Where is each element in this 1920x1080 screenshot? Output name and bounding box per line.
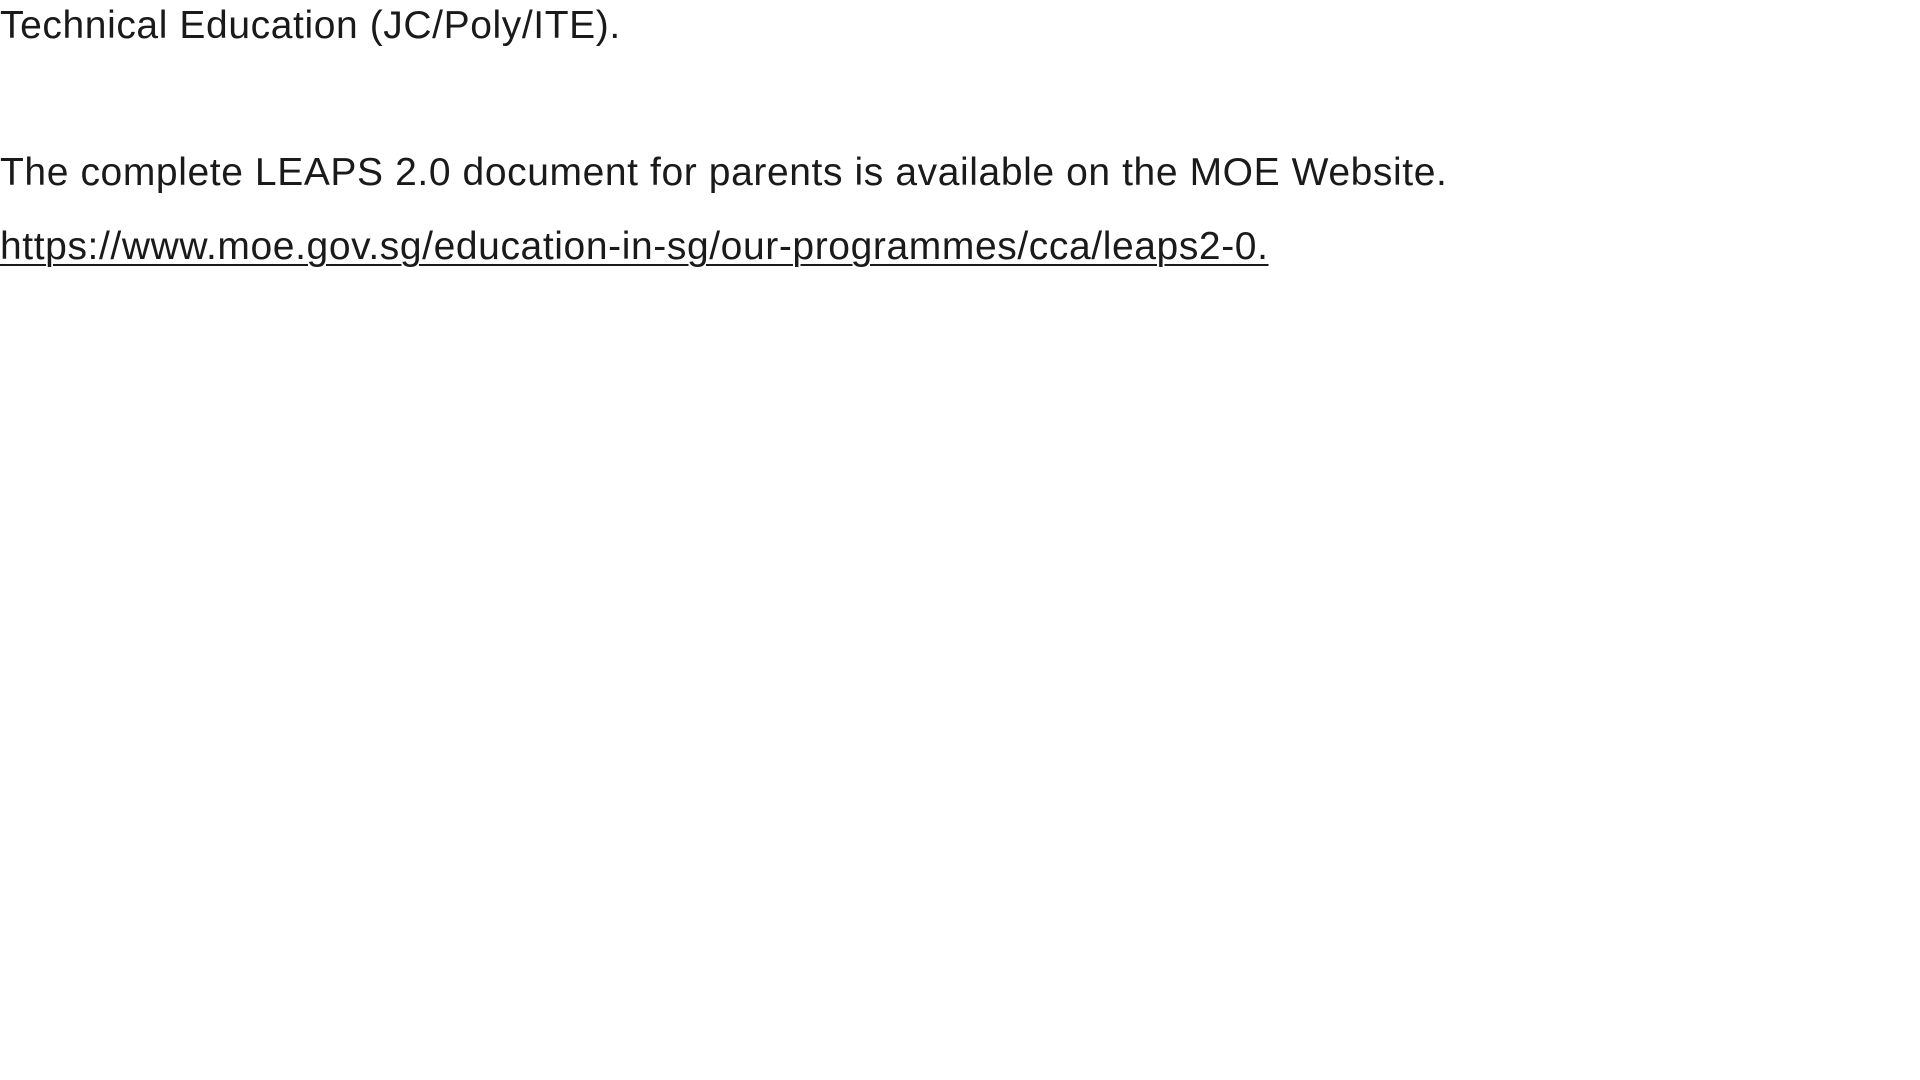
link-line: https://www.moe.gov.sg/education-in-sg/o… [0,221,1269,273]
moe-website-link[interactable]: https://www.moe.gov.sg/education-in-sg/o… [0,225,1269,268]
paragraph-leaps-document: The complete LEAPS 2.0 document for pare… [0,151,1448,194]
paragraph-technical-education: Technical Education (JC/Poly/ITE). [0,4,621,47]
document-page: Technical Education (JC/Poly/ITE). The c… [0,0,1920,1080]
